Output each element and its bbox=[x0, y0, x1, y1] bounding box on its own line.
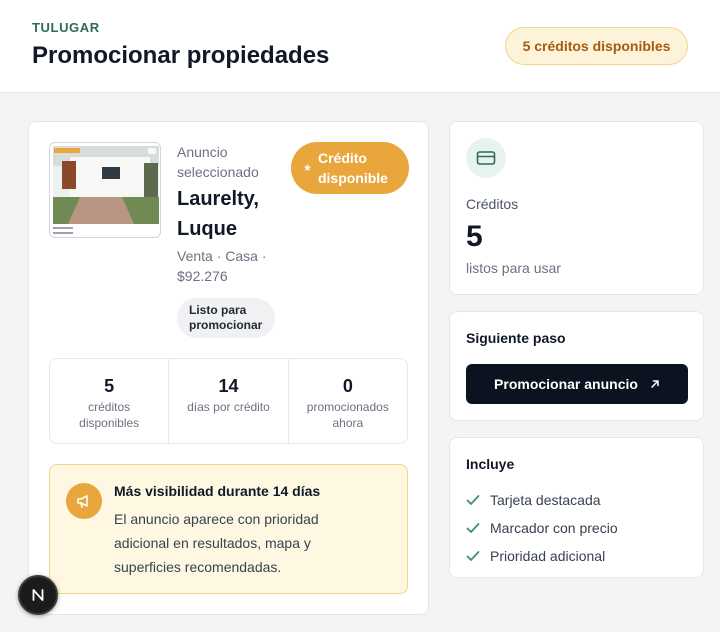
credit-badge-label: Crédito disponible bbox=[317, 150, 388, 186]
credit-card-icon bbox=[466, 138, 506, 178]
credit-available-badge: ★ Crédito disponible bbox=[291, 142, 409, 194]
next-step-card: Siguiente paso Promocionar anuncio bbox=[449, 311, 704, 421]
include-item-label: Prioridad adicional bbox=[490, 548, 606, 564]
stat-label: créditos disponibles bbox=[79, 400, 140, 430]
megaphone-icon bbox=[66, 483, 102, 519]
brand-name: TULUGAR bbox=[32, 20, 100, 35]
includes-heading: Incluye bbox=[466, 456, 515, 472]
listing-thumbnail[interactable] bbox=[49, 142, 161, 238]
promote-button-label: Promocionar anuncio bbox=[494, 376, 638, 392]
visibility-info-box: Más visibilidad durante 14 días El anunc… bbox=[49, 464, 408, 594]
star-icon: ★ bbox=[303, 162, 312, 174]
check-icon bbox=[466, 494, 490, 506]
stats-row: 5 créditos disponibles 14 días por crédi… bbox=[49, 358, 408, 444]
stat-days: 14 días por crédito bbox=[168, 359, 287, 443]
listing-meta: Venta · Casa · $92.276 bbox=[177, 248, 267, 284]
info-title: Más visibilidad durante 14 días bbox=[114, 483, 321, 499]
stat-label: días por crédito bbox=[187, 400, 270, 414]
credits-label: Créditos bbox=[466, 196, 519, 212]
arrow-up-right-icon bbox=[651, 380, 659, 388]
include-item-label: Marcador con precio bbox=[490, 520, 618, 536]
promote-listing-button[interactable]: Promocionar anuncio bbox=[466, 364, 688, 404]
include-item-label: Tarjeta destacada bbox=[490, 492, 601, 508]
listing-eyebrow: Anuncio seleccionado bbox=[177, 144, 259, 180]
next-step-heading: Siguiente paso bbox=[466, 330, 566, 346]
list-item: Marcador con precio bbox=[466, 514, 618, 542]
credits-value: 5 bbox=[466, 220, 483, 253]
stat-value: 5 bbox=[104, 376, 115, 396]
info-text: El anuncio aparece con prioridad adicion… bbox=[114, 511, 319, 575]
check-icon bbox=[466, 522, 490, 534]
house-photo bbox=[53, 146, 159, 234]
stat-promoted: 0 promocionados ahora bbox=[287, 359, 407, 443]
status-chip: Listo para promocionar bbox=[177, 298, 275, 338]
includes-list: Tarjeta destacada Marcador con precio Pr… bbox=[466, 486, 618, 570]
dev-tools-badge[interactable] bbox=[18, 575, 58, 615]
stat-label: promocionados ahora bbox=[306, 400, 389, 430]
n-logo-icon bbox=[32, 589, 44, 601]
listing-card: Anuncio seleccionado Laurelty, Luque Ven… bbox=[28, 121, 429, 615]
includes-card: Incluye Tarjeta destacada Marcador con p… bbox=[449, 437, 704, 578]
check-icon bbox=[466, 550, 490, 562]
credits-available-pill: 5 créditos disponibles bbox=[505, 27, 688, 65]
stat-value: 14 bbox=[218, 376, 239, 396]
listing-name: Laurelty, Luque bbox=[177, 188, 259, 240]
credits-card: Créditos 5 listos para usar bbox=[449, 121, 704, 295]
page-header: TULUGAR Promocionar propiedades 5 crédit… bbox=[0, 0, 720, 93]
list-item: Prioridad adicional bbox=[466, 542, 618, 570]
page-title: Promocionar propiedades bbox=[32, 42, 330, 69]
credits-subtitle: listos para usar bbox=[466, 260, 561, 276]
stat-credits: 5 créditos disponibles bbox=[50, 359, 168, 443]
list-item: Tarjeta destacada bbox=[466, 486, 618, 514]
stat-value: 0 bbox=[342, 376, 353, 396]
